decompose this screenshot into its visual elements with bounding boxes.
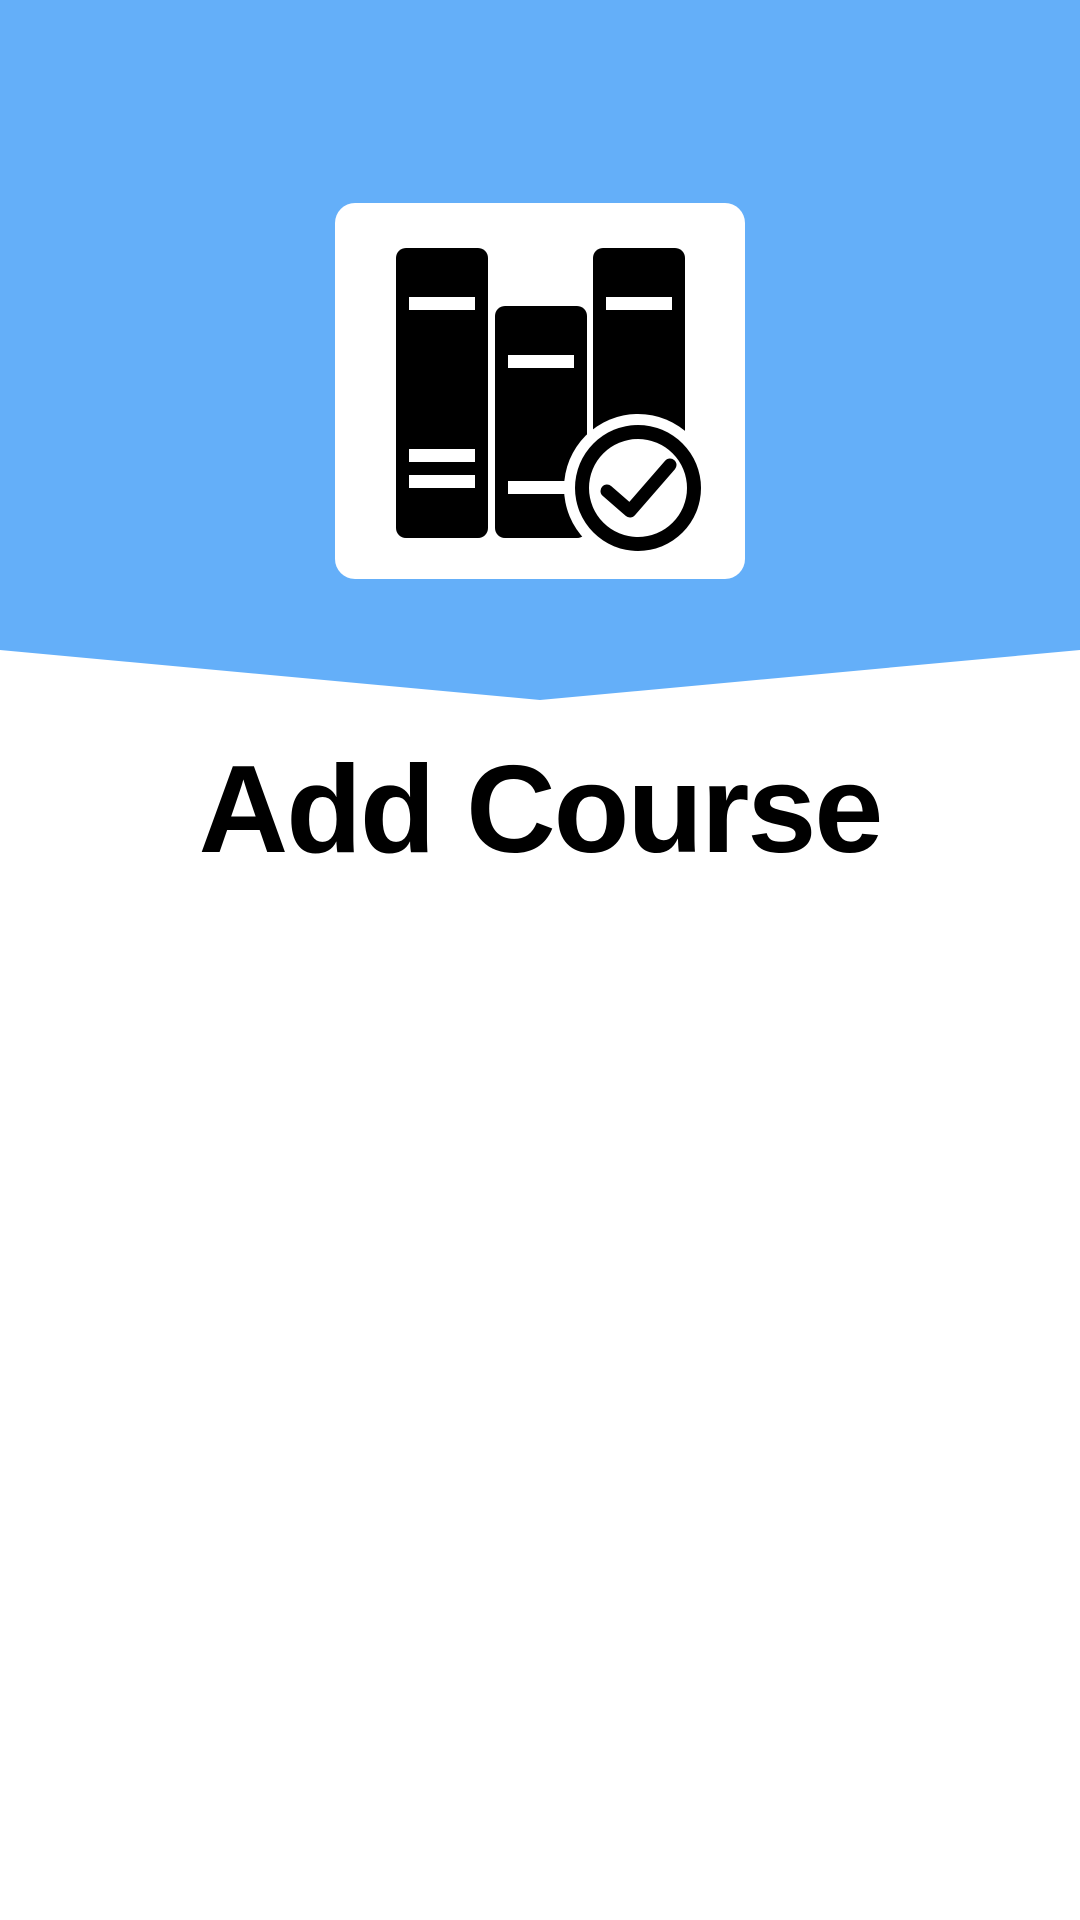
course-icon-card [335,203,745,579]
add-course-screen: Add Course [0,0,1080,1920]
books-with-checkmark-icon [396,248,712,562]
page-title: Add Course [198,741,884,879]
header-banner [0,0,1080,700]
